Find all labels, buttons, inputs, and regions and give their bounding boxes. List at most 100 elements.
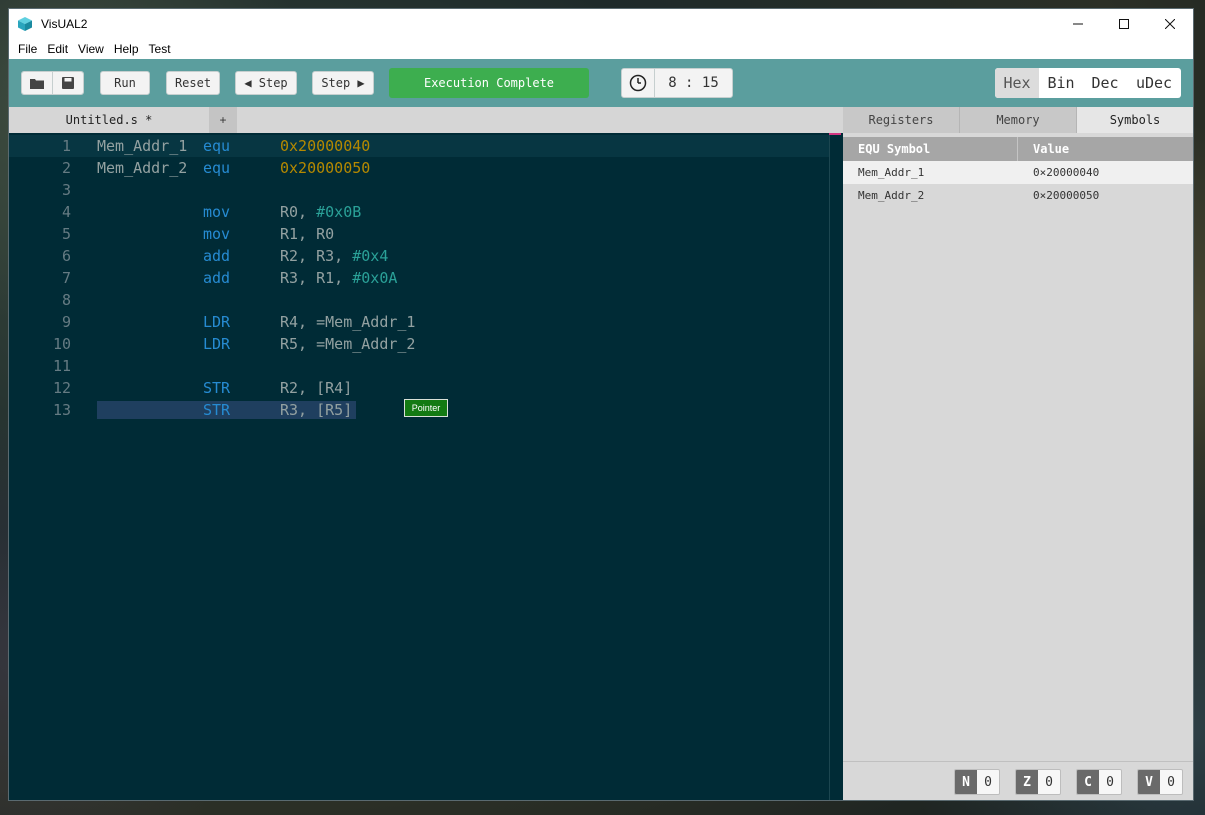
flag-n: N 0 <box>954 769 1000 795</box>
code-line[interactable]: 5 mov R1, R0 <box>9 223 829 245</box>
line-number: 10 <box>52 335 71 353</box>
code-operands: R3, [R5] <box>280 399 352 421</box>
base-hex-button[interactable]: Hex <box>995 68 1039 98</box>
editor-tabs: Untitled.s * + <box>9 107 843 133</box>
operand-text: R1, R0 <box>280 225 335 243</box>
code-line[interactable]: 9 LDR R4, =Mem_Addr_1 <box>9 311 829 333</box>
operand-text: R0, <box>280 203 317 221</box>
flag-z: Z 0 <box>1015 769 1061 795</box>
code-line[interactable]: 1 Mem_Addr_1 equ 0x20000040 <box>9 135 829 157</box>
code-line[interactable]: 12 STR R2, [R4] <box>9 377 829 399</box>
code-opcode: LDR <box>203 313 231 331</box>
save-file-button[interactable] <box>52 72 83 94</box>
symbol-value: 0×20000040 <box>1033 166 1100 179</box>
line-number: 12 <box>52 379 71 397</box>
code-operands: R2, R3, #0x4 <box>280 245 388 267</box>
numeric-literal: 0x20000040 <box>280 137 371 155</box>
tab-registers[interactable]: Registers <box>843 107 960 133</box>
code-editor[interactable]: 1 Mem_Addr_1 equ 0x20000040 2 Mem_Addr_2 equ 0x… <box>9 133 843 800</box>
code-opcode: equ <box>203 137 231 155</box>
header-value: Value <box>1033 142 1070 156</box>
code-opcode: equ <box>203 159 231 177</box>
code-line[interactable]: 11 <box>9 355 829 377</box>
line-number: 11 <box>52 357 71 375</box>
header-equ-symbol: EQU Symbol <box>843 137 1018 161</box>
editor-ruler <box>829 133 830 800</box>
code-line[interactable]: 3 <box>9 179 829 201</box>
maximize-icon <box>1119 18 1129 29</box>
symbol-name: Mem_Addr_2 <box>858 189 925 202</box>
minimize-icon <box>1073 23 1083 24</box>
run-button[interactable]: Run <box>100 71 150 95</box>
flag-c-label: C <box>1077 770 1099 794</box>
code-line[interactable]: 2 Mem_Addr_2 equ 0x20000050 <box>9 157 829 179</box>
app-window: VisUAL2 File Edit View Help Test Run Res… <box>9 9 1193 800</box>
base-udec-button[interactable]: uDec <box>1127 68 1181 98</box>
close-button[interactable] <box>1147 9 1193 38</box>
code-opcode: LDR <box>203 335 231 353</box>
flag-v-label: V <box>1138 770 1160 794</box>
flag-v: V 0 <box>1137 769 1183 795</box>
minimize-button[interactable] <box>1055 9 1101 38</box>
code-operands: R2, [R4] <box>280 377 352 399</box>
line-number: 9 <box>61 313 71 331</box>
base-bin-button[interactable]: Bin <box>1039 68 1083 98</box>
open-file-button[interactable] <box>22 72 52 94</box>
code-operands: 0x20000050 <box>280 157 370 179</box>
flags-bar: N 0 Z 0 C 0 V 0 <box>843 761 1193 800</box>
code-line[interactable]: 4 mov R0, #0x0B <box>9 201 829 223</box>
base-dec-button[interactable]: Dec <box>1083 68 1127 98</box>
execution-status: Execution Complete <box>389 68 589 98</box>
menu-file[interactable]: File <box>13 42 42 56</box>
window-title: VisUAL2 <box>41 16 88 31</box>
step-back-button[interactable]: ◀ Step <box>235 71 297 95</box>
symbol-value: 0×20000050 <box>1033 189 1100 202</box>
symbol-name: Mem_Addr_1 <box>858 166 925 179</box>
line-number: 13 <box>52 401 71 419</box>
line-number: 8 <box>61 291 71 309</box>
step-forward-button[interactable]: Step ▶ <box>312 71 374 95</box>
line-number: 5 <box>61 225 71 243</box>
menu-test[interactable]: Test <box>144 42 176 56</box>
menu-view[interactable]: View <box>73 42 109 56</box>
tab-untitled[interactable]: Untitled.s * <box>9 107 209 133</box>
operand-text: R3, [R5] <box>280 401 353 419</box>
flag-c-value: 0 <box>1099 770 1121 794</box>
numeric-literal: 0x20000050 <box>280 159 371 177</box>
symbols-table-header: EQU Symbol Value <box>843 137 1193 161</box>
code-operands: R0, #0x0B <box>280 201 361 223</box>
save-icon <box>62 77 74 89</box>
tab-symbols[interactable]: Symbols <box>1077 107 1193 133</box>
flag-z-value: 0 <box>1038 770 1060 794</box>
menu-help[interactable]: Help <box>109 42 144 56</box>
code-operands: R5, =Mem_Addr_2 <box>280 333 415 355</box>
flag-z-label: Z <box>1016 770 1038 794</box>
flag-c: C 0 <box>1076 769 1122 795</box>
code-line[interactable]: 10 LDR R5, =Mem_Addr_2 <box>9 333 829 355</box>
flag-v-value: 0 <box>1160 770 1182 794</box>
side-panel: Registers Memory Symbols EQU Symbol Valu… <box>843 107 1193 800</box>
line-number: 7 <box>61 269 71 287</box>
table-row: Mem_Addr_1 0×20000040 <box>843 161 1193 184</box>
tab-memory[interactable]: Memory <box>960 107 1077 133</box>
code-line[interactable]: 7 add R3, R1, #0x0A <box>9 267 829 289</box>
add-tab-button[interactable]: + <box>209 107 237 133</box>
code-opcode: add <box>203 247 231 265</box>
menu-edit[interactable]: Edit <box>42 42 73 56</box>
operand-text: R4, =Mem_Addr_1 <box>280 313 416 331</box>
pointer-badge: Pointer <box>404 399 448 417</box>
immediate-value: #0x0A <box>352 269 398 287</box>
title-bar: VisUAL2 <box>9 9 1193 38</box>
line-number: 2 <box>61 159 71 177</box>
close-icon <box>1165 18 1175 29</box>
code-opcode: mov <box>203 203 231 221</box>
code-line[interactable]: 8 <box>9 289 829 311</box>
toolbar: Run Reset ◀ Step Step ▶ Execution Comple… <box>9 59 1193 107</box>
side-panel-tabs: Registers Memory Symbols <box>843 107 1193 133</box>
line-number: 3 <box>61 181 71 199</box>
clock-icon <box>629 74 647 92</box>
operand-text: R2, R3, <box>280 247 353 265</box>
reset-button[interactable]: Reset <box>166 71 220 95</box>
code-line[interactable]: 6 add R2, R3, #0x4 <box>9 245 829 267</box>
maximize-button[interactable] <box>1101 9 1147 38</box>
